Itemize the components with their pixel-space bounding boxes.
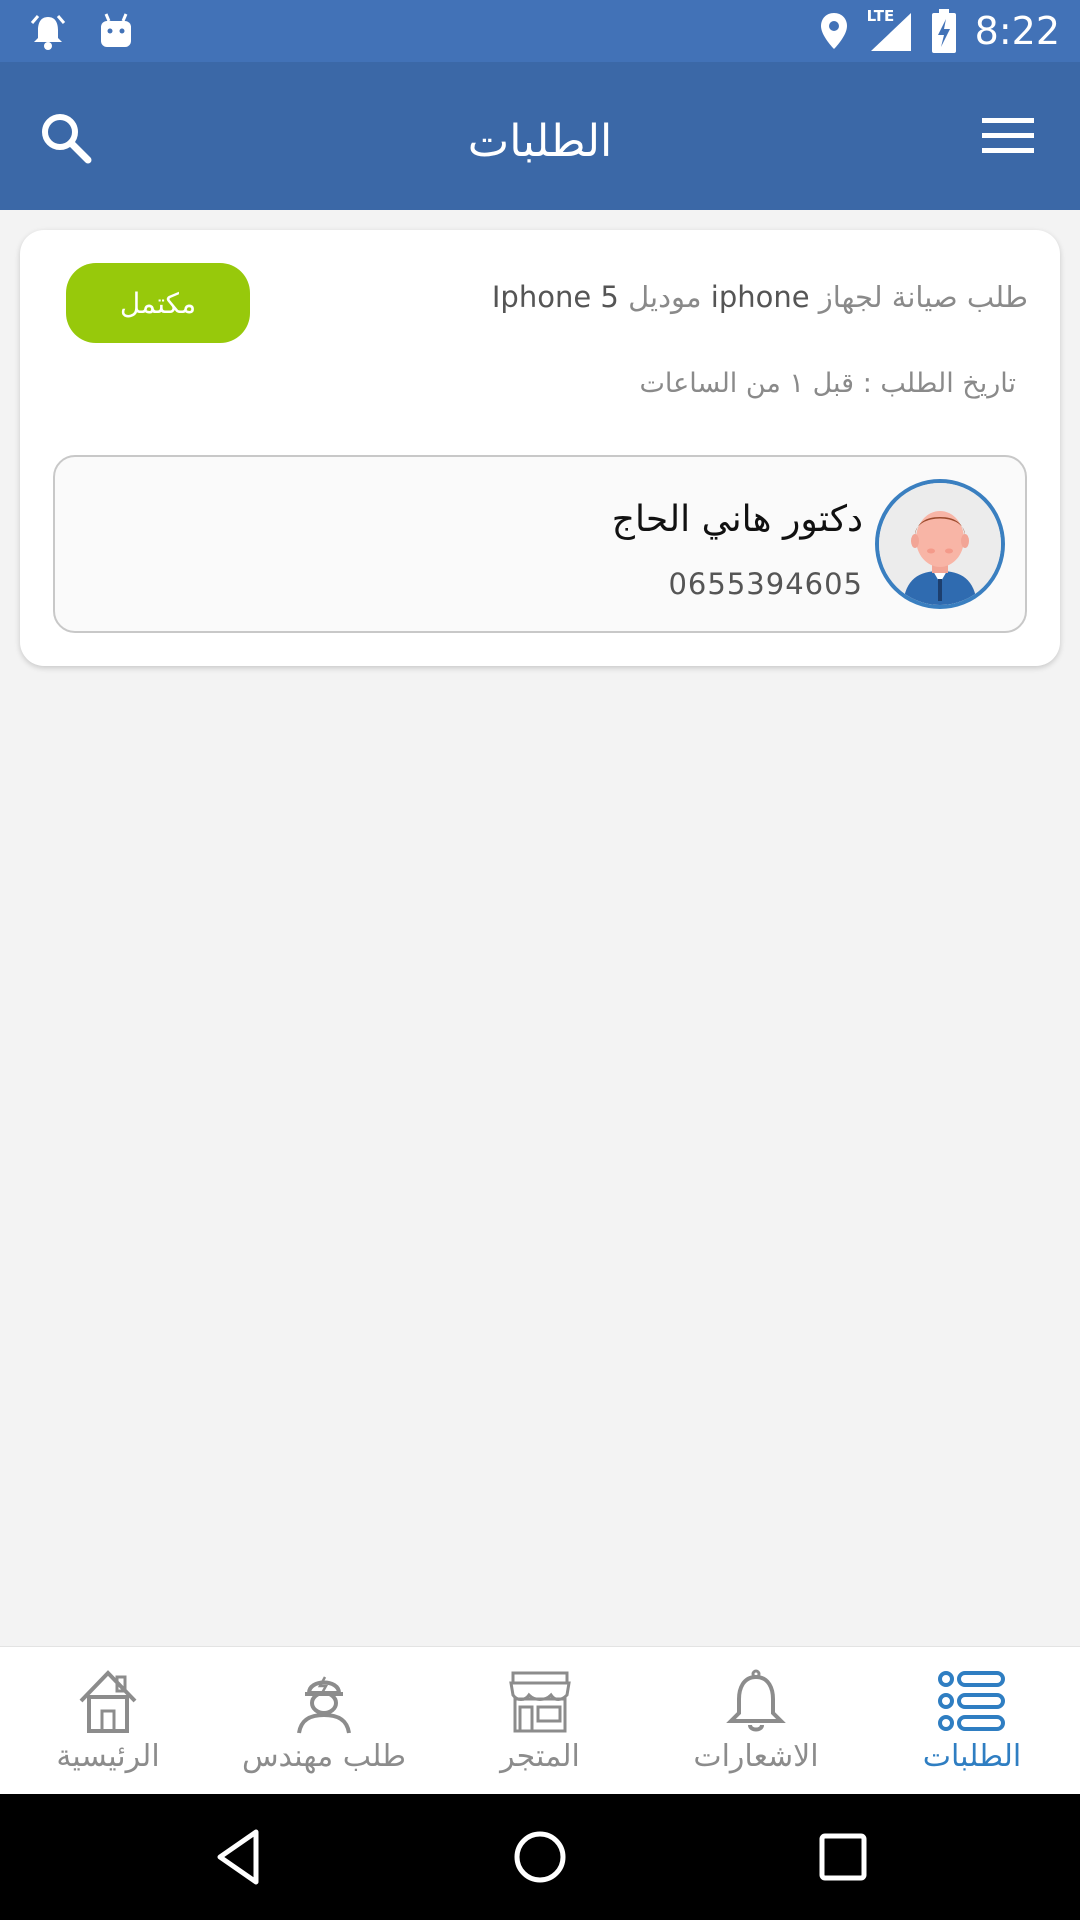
network-type-label: LTE <box>866 7 895 25</box>
nav-request-engineer[interactable]: طلب مهندس <box>216 1647 432 1794</box>
nav-request-engineer-label: طلب مهندس <box>241 1739 407 1774</box>
app-bar: الطلبات <box>0 62 1080 210</box>
request-date: تاريخ الطلب : قبل ١ من الساعات <box>640 368 1017 399</box>
back-icon[interactable] <box>206 1824 272 1890</box>
bottom-navigation: الرئيسية طلب مهندس المتجر الاشعارات الطل… <box>0 1646 1080 1794</box>
battery-charging-icon <box>931 9 956 53</box>
nav-orders[interactable]: الطلبات <box>864 1647 1080 1794</box>
recents-icon[interactable] <box>810 1824 876 1890</box>
menu-icon[interactable] <box>980 114 1036 158</box>
store-icon <box>509 1671 571 1733</box>
date-value: قبل ١ من الساعات <box>639 368 855 399</box>
android-icon <box>101 13 131 47</box>
avatar <box>875 479 1005 609</box>
request-prefix: طلب صيانة لجهاز <box>818 280 1028 314</box>
nav-notifications-label: الاشعارات <box>693 1739 819 1774</box>
list-icon <box>938 1671 1005 1731</box>
alarm-icon <box>30 15 66 50</box>
model-prefix: موديل <box>628 280 702 314</box>
system-navigation-bar <box>0 1794 1080 1920</box>
order-card[interactable]: مكتمل طلب صيانة لجهاز iphone موديل Iphon… <box>20 230 1060 666</box>
signal-icon: LTE <box>866 7 913 53</box>
model-name: Iphone 5 <box>491 280 619 314</box>
engineer-phone[interactable]: 0655394605 <box>668 567 863 601</box>
device-name: iphone <box>710 280 810 314</box>
home-icon <box>79 1670 137 1733</box>
nav-notifications[interactable]: الاشعارات <box>648 1647 864 1794</box>
bell-icon <box>726 1669 786 1732</box>
engineer-info[interactable]: دكتور هاني الحاج 0655394605 <box>53 455 1027 633</box>
request-description: طلب صيانة لجهاز iphone موديل Iphone 5 <box>492 280 1028 314</box>
status-badge: مكتمل <box>66 263 250 343</box>
date-label: تاريخ الطلب : <box>862 368 1016 399</box>
nav-store[interactable]: المتجر <box>432 1647 648 1794</box>
status-bar: LTE 8:22 <box>0 0 1080 62</box>
engineer-icon <box>297 1676 351 1734</box>
page-title: الطلبات <box>467 115 613 167</box>
engineer-name: دكتور هاني الحاج <box>611 499 863 540</box>
clock: 8:22 <box>974 9 1060 53</box>
nav-home[interactable]: الرئيسية <box>0 1647 216 1794</box>
nav-orders-label: الطلبات <box>922 1739 1022 1774</box>
search-icon[interactable] <box>36 108 96 168</box>
home-circle-icon[interactable] <box>507 1824 573 1890</box>
location-icon <box>820 13 847 49</box>
nav-store-label: المتجر <box>500 1739 580 1774</box>
nav-home-label: الرئيسية <box>56 1739 160 1774</box>
